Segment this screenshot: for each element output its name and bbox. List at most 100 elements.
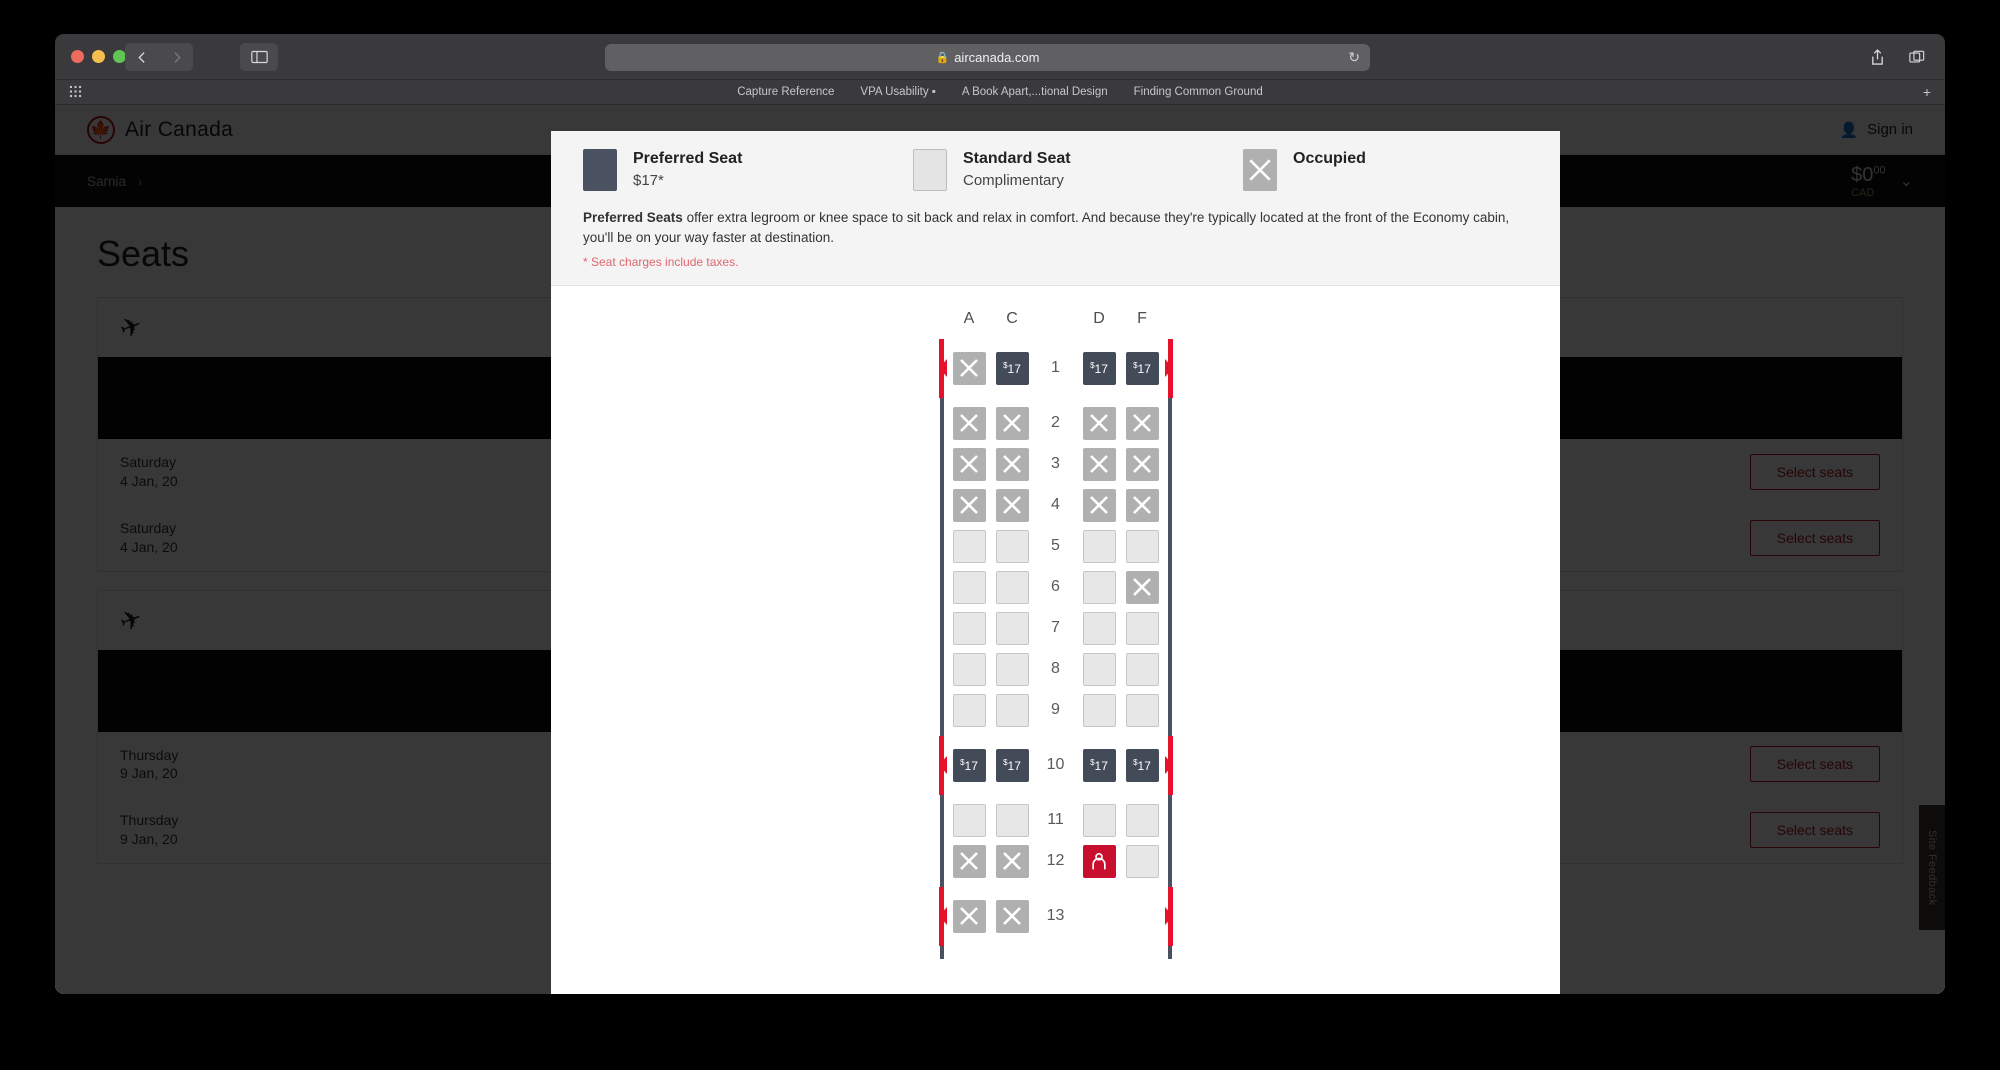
row-number: 3 — [1051, 455, 1060, 472]
back-button[interactable] — [125, 43, 159, 71]
seat-row: 7 — [944, 608, 1168, 649]
flight-date2-line2: 4 Jan, 20 — [120, 538, 178, 555]
seat-row: 5 — [944, 526, 1168, 567]
air-canada-logo[interactable]: 🍁 Air Canada — [87, 115, 233, 144]
cross-icon — [1133, 414, 1151, 432]
cabin-diagram: A C D F $17 1 $17 $17 2 3 4 5 6 7 8 9 $17 $17 10 $17 $17… — [938, 309, 1173, 959]
seat-occupied — [1125, 447, 1159, 481]
column-header-F: F — [1137, 309, 1147, 327]
sidebar-toggle-button[interactable] — [240, 43, 278, 71]
seat-preferred[interactable]: $17 — [1082, 351, 1116, 385]
seat-available[interactable] — [995, 611, 1029, 645]
seat-available[interactable] — [1125, 611, 1159, 645]
bookmark-item-2[interactable]: A Book Apart,...tional Design — [962, 86, 1108, 98]
site-feedback-tab[interactable]: Site Feedback — [1919, 805, 1945, 930]
seat-available[interactable] — [1125, 803, 1159, 837]
seat-occupied — [995, 844, 1029, 878]
cross-icon — [1003, 496, 1021, 514]
seat-preferred[interactable]: $17 — [952, 748, 986, 782]
row-number: 10 — [1046, 756, 1065, 773]
bookmarks-grid-icon[interactable] — [69, 85, 82, 103]
flight-date-line2: 4 Jan, 20 — [120, 472, 178, 489]
standard-seat-swatch — [913, 149, 947, 191]
seat-available[interactable] — [995, 652, 1029, 686]
cross-icon — [960, 414, 978, 432]
bookmark-item-3[interactable]: Finding Common Ground — [1134, 86, 1263, 98]
bookmarks-bar: Capture Reference VPA Usability ▪ A Book… — [55, 80, 1945, 105]
seat-legend-panel: Preferred Seat $17* Standard Seat Compli… — [551, 131, 1560, 286]
seat-available[interactable] — [952, 652, 986, 686]
seat-preferred[interactable]: $17 — [995, 351, 1029, 385]
select-seats-button-3[interactable]: Select seats — [1749, 746, 1880, 783]
share-button[interactable] — [1863, 44, 1891, 71]
cross-icon — [1003, 414, 1021, 432]
seat-available[interactable] — [1082, 570, 1116, 604]
seat-available[interactable] — [952, 611, 986, 645]
column-header-D: D — [1093, 309, 1105, 327]
select-seats-button-4[interactable]: Select seats — [1749, 812, 1880, 849]
seat-available[interactable] — [1082, 693, 1116, 727]
close-window-button[interactable] — [71, 50, 84, 63]
sign-in-link[interactable]: Sign in — [1867, 121, 1913, 138]
seat-available[interactable] — [952, 803, 986, 837]
select-seats-button[interactable]: Select seats — [1749, 453, 1880, 490]
reload-button[interactable]: ↻ — [1348, 49, 1360, 66]
exit-door-arrow-icon — [938, 359, 947, 377]
seat-occupied — [1125, 406, 1159, 440]
seat-available[interactable] — [995, 570, 1029, 604]
seat-available[interactable] — [995, 529, 1029, 563]
seat-preferred[interactable]: $17 — [1125, 351, 1159, 385]
breadcrumb[interactable]: Sarnia › — [87, 174, 150, 189]
bookmark-item-1[interactable]: VPA Usability ▪ — [860, 86, 935, 98]
seat-row: $17 $17 10 $17 $17 — [944, 745, 1168, 786]
legend-text-preferred: Preferred Seat $17* — [633, 149, 742, 189]
address-bar[interactable]: 🔒 aircanada.com ↻ — [605, 44, 1370, 71]
seat-available[interactable] — [1082, 803, 1116, 837]
cross-icon — [1090, 496, 1108, 514]
seat-available[interactable] — [952, 693, 986, 727]
seat-selected[interactable] — [1082, 844, 1116, 878]
seat-available[interactable] — [1125, 652, 1159, 686]
seat-available[interactable] — [1082, 611, 1116, 645]
seat-preferred[interactable]: $17 — [1125, 748, 1159, 782]
seat-row: 8 — [944, 649, 1168, 690]
airplane-icon-return: ✈ — [115, 601, 147, 638]
seat-available[interactable] — [952, 570, 986, 604]
seat-available[interactable] — [952, 529, 986, 563]
seat-available[interactable] — [1082, 529, 1116, 563]
price-value: 0 — [1862, 163, 1874, 186]
seat-available[interactable] — [995, 803, 1029, 837]
price-currency: CAD — [1851, 186, 1875, 199]
forward-button[interactable] — [159, 43, 193, 71]
seat-available[interactable] — [995, 693, 1029, 727]
seat-occupied — [995, 447, 1029, 481]
legend-sub-preferred: $17* — [633, 172, 664, 189]
legend-description-bold: Preferred Seats — [583, 210, 683, 225]
chevron-left-icon — [137, 51, 145, 63]
preferred-seat-swatch — [583, 149, 617, 191]
bookmark-item-0[interactable]: Capture Reference — [737, 86, 834, 98]
add-bookmark-button[interactable]: + — [1923, 84, 1931, 100]
seat-preferred[interactable]: $17 — [1082, 748, 1116, 782]
legend-item-occupied: Occupied — [1243, 149, 1366, 191]
legend-title-standard: Standard Seat — [963, 150, 1071, 167]
select-seats-button-2[interactable]: Select seats — [1749, 519, 1880, 556]
seat-preferred[interactable]: $17 — [995, 748, 1029, 782]
window-traffic-lights — [71, 50, 126, 63]
row-number: 6 — [1051, 578, 1060, 595]
column-header-A: A — [963, 309, 975, 327]
price-amount: $000 CAD — [1851, 163, 1886, 199]
seat-occupied — [1125, 488, 1159, 522]
price-summary[interactable]: $000 CAD ⌄ — [1851, 164, 1913, 199]
safari-browser-window: 🔒 aircanada.com ↻ Capture Reference VPA … — [55, 34, 1945, 994]
seat-available[interactable] — [1125, 693, 1159, 727]
tab-overview-button[interactable] — [1903, 44, 1931, 71]
row-number: 5 — [1051, 537, 1060, 554]
chevron-down-icon[interactable]: ⌄ — [1900, 171, 1913, 191]
seat-available[interactable] — [1082, 652, 1116, 686]
minimize-window-button[interactable] — [92, 50, 105, 63]
seat-available[interactable] — [1125, 844, 1159, 878]
share-icon — [1871, 49, 1883, 65]
legend-text-occupied: Occupied — [1293, 149, 1366, 169]
seat-available[interactable] — [1125, 529, 1159, 563]
